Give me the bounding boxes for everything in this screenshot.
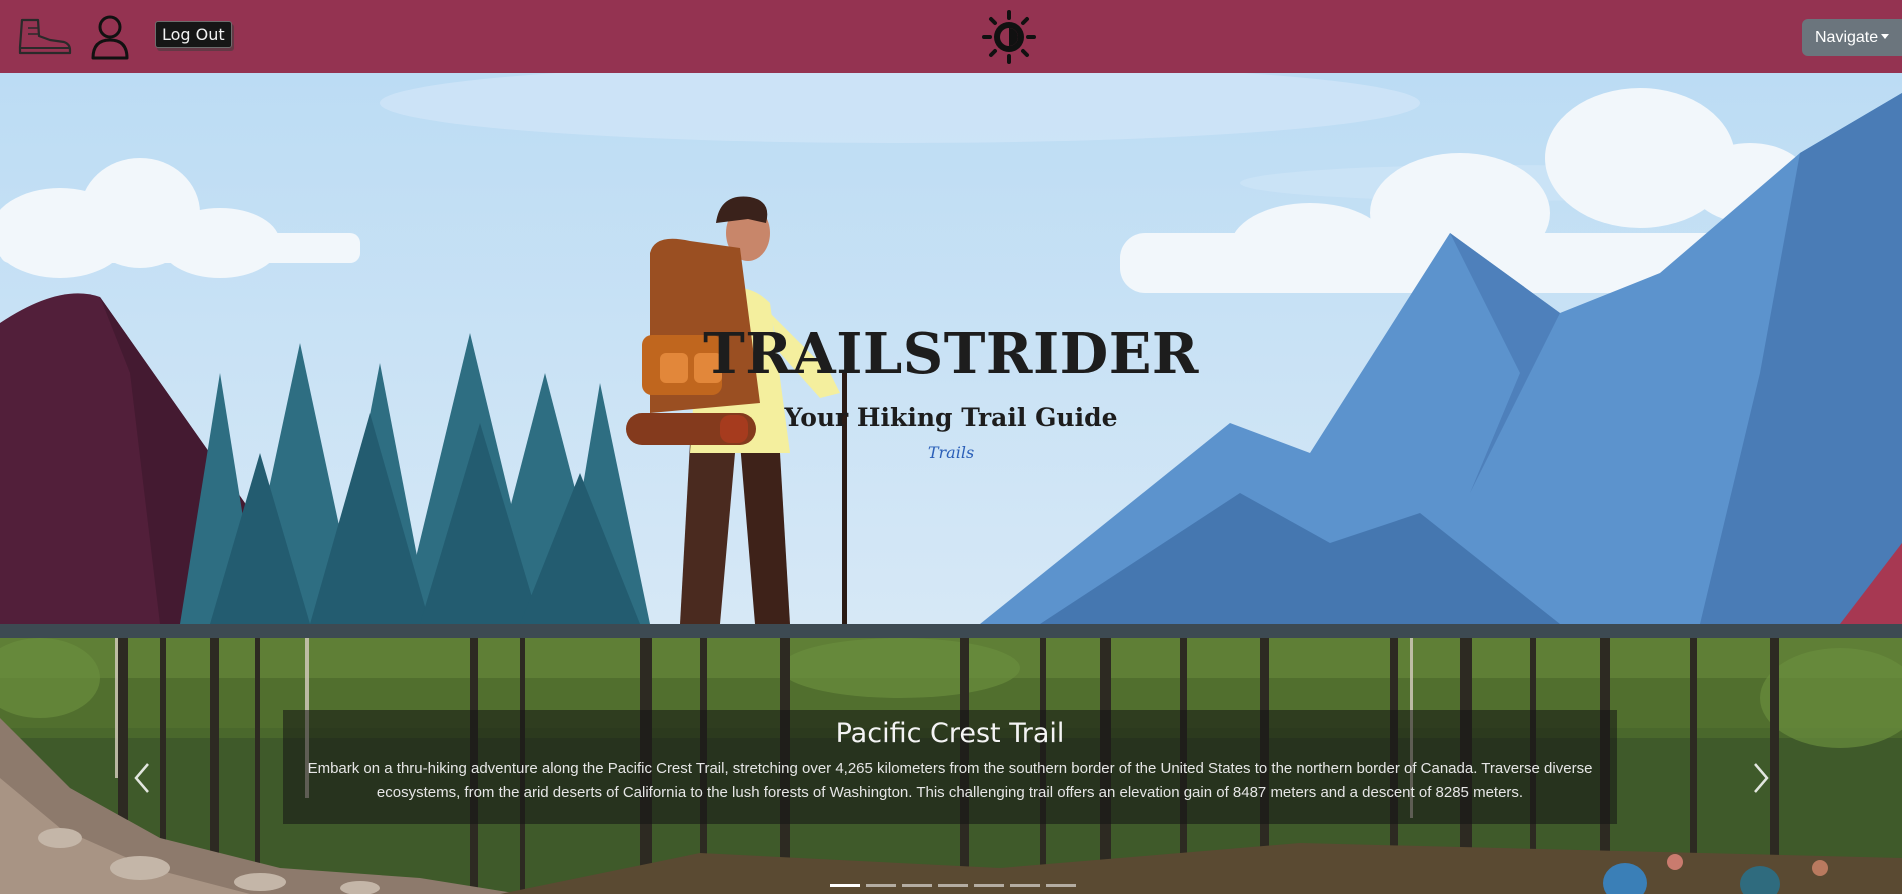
logout-button[interactable]: Log Out xyxy=(155,21,232,48)
trail-carousel: Pacific Crest Trail Embark on a thru-hik… xyxy=(0,638,1902,894)
user-icon[interactable] xyxy=(90,14,130,60)
trails-link-row: Trails xyxy=(0,443,1902,462)
caret-down-icon xyxy=(1881,33,1890,39)
carousel-indicator[interactable] xyxy=(866,884,896,887)
slide-description: Embark on a thru-hiking adventure along … xyxy=(307,760,1593,801)
carousel-indicator[interactable] xyxy=(938,884,968,887)
navigate-label: Navigate xyxy=(1815,28,1879,46)
section-divider xyxy=(0,624,1902,638)
carousel-next-icon[interactable] xyxy=(1745,758,1775,798)
hero-banner: TRAILSTRIDER Your Hiking Trail Guide Tra… xyxy=(0,73,1902,624)
carousel-indicator[interactable] xyxy=(974,884,1004,887)
site-title: TRAILSTRIDER xyxy=(703,321,1199,387)
slide-caption: Pacific Crest Trail Embark on a thru-hik… xyxy=(283,710,1617,824)
navigate-dropdown-button[interactable]: Navigate xyxy=(1802,19,1902,56)
carousel-indicator[interactable] xyxy=(1010,884,1040,887)
hiking-boot-icon[interactable] xyxy=(16,16,72,56)
carousel-indicator[interactable] xyxy=(902,884,932,887)
theme-toggle-icon[interactable] xyxy=(982,10,1036,64)
carousel-indicator[interactable] xyxy=(1046,884,1076,887)
navbar: Log Out Navigate xyxy=(0,0,1902,73)
carousel-indicator[interactable] xyxy=(830,884,860,887)
slide-title: Pacific Crest Trail xyxy=(835,718,1065,749)
carousel-prev-icon[interactable] xyxy=(128,758,158,798)
site-subtitle: Your Hiking Trail Guide xyxy=(784,403,1118,432)
trails-link[interactable]: Trails xyxy=(928,443,974,462)
